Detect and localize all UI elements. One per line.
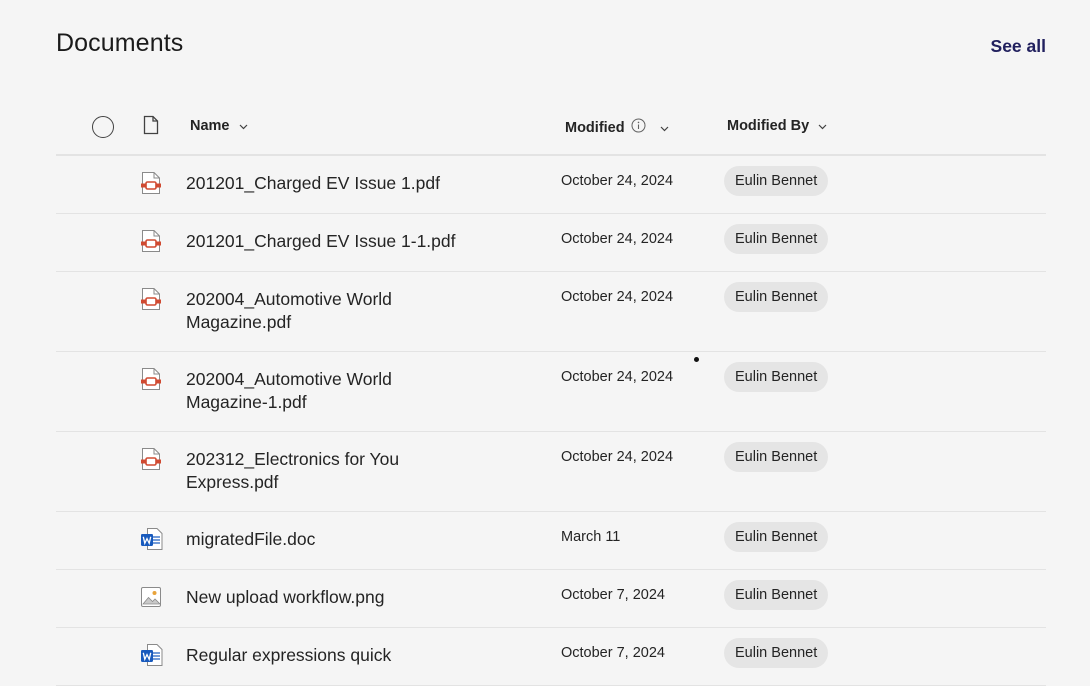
name-column-label: Name xyxy=(190,118,230,134)
modified-by-column-header[interactable]: Modified By xyxy=(727,118,827,134)
chevron-down-icon xyxy=(818,118,827,134)
table-row[interactable]: migratedFile.doc March 11 Eulin Bennet xyxy=(56,512,1046,570)
cursor-dot xyxy=(694,357,699,362)
modified-by-column-label: Modified By xyxy=(727,118,810,134)
word-file-icon xyxy=(140,527,163,551)
table-row[interactable]: New upload workflow.png October 7, 2024 … xyxy=(56,570,1046,628)
modified-date: October 7, 2024 xyxy=(561,587,665,603)
modified-by-pill[interactable]: Eulin Bennet xyxy=(724,638,829,668)
modified-by-pill[interactable]: Eulin Bennet xyxy=(724,224,829,254)
modified-by-pill[interactable]: Eulin Bennet xyxy=(724,580,829,610)
file-name-link[interactable]: Regular expressions quick xyxy=(186,644,486,667)
modified-by-pill[interactable]: Eulin Bennet xyxy=(724,282,829,312)
table-row[interactable]: 202312_Electronics for You Express.pdf O… xyxy=(56,432,1046,512)
table-row[interactable]: Regular expressions quick October 7, 202… xyxy=(56,628,1046,686)
file-name-link[interactable]: 201201_Charged EV Issue 1.pdf xyxy=(186,172,486,195)
table-row[interactable]: 201201_Charged EV Issue 1.pdf October 24… xyxy=(56,156,1046,214)
word-file-icon xyxy=(140,643,163,667)
image-file-icon xyxy=(140,585,162,609)
modified-date: October 7, 2024 xyxy=(561,645,665,661)
modified-date: October 24, 2024 xyxy=(561,231,674,247)
file-type-icon[interactable] xyxy=(143,115,159,140)
chevron-down-icon xyxy=(239,118,248,134)
name-column-header[interactable]: Name xyxy=(190,118,248,134)
modified-by-pill[interactable]: Eulin Bennet xyxy=(724,362,829,392)
file-name-link[interactable]: migratedFile.doc xyxy=(186,528,486,551)
pdf-file-icon xyxy=(140,367,162,391)
file-name-link[interactable]: 202312_Electronics for You Express.pdf xyxy=(186,448,426,494)
table-row[interactable]: 202004_Automotive World Magazine-1.pdf O… xyxy=(56,352,1046,432)
documents-table: Name Modified Modified By 201201_Charged xyxy=(56,98,1046,686)
modified-by-pill[interactable]: Eulin Bennet xyxy=(724,522,829,552)
table-row[interactable]: 202004_Automotive World Magazine.pdf Oct… xyxy=(56,272,1046,352)
see-all-link[interactable]: See all xyxy=(991,36,1046,57)
info-icon[interactable] xyxy=(631,118,646,137)
table-header: Name Modified Modified By xyxy=(56,98,1046,156)
modified-column-label: Modified xyxy=(565,119,625,136)
modified-date: October 24, 2024 xyxy=(561,173,674,189)
modified-by-pill[interactable]: Eulin Bennet xyxy=(724,166,829,196)
pdf-file-icon xyxy=(140,447,162,471)
select-all-radio[interactable] xyxy=(92,116,114,138)
modified-date: October 24, 2024 xyxy=(561,289,674,305)
modified-by-pill[interactable]: Eulin Bennet xyxy=(724,442,829,472)
table-row[interactable]: 201201_Charged EV Issue 1-1.pdf October … xyxy=(56,214,1046,272)
chevron-down-icon xyxy=(660,120,669,136)
file-name-link[interactable]: 202004_Automotive World Magazine.pdf xyxy=(186,288,426,334)
pdf-file-icon xyxy=(140,229,162,253)
file-name-link[interactable]: New upload workflow.png xyxy=(186,586,486,609)
modified-column-header[interactable]: Modified xyxy=(565,118,669,137)
file-name-link[interactable]: 201201_Charged EV Issue 1-1.pdf xyxy=(186,230,486,253)
pdf-file-icon xyxy=(140,171,162,195)
modified-date: October 24, 2024 xyxy=(561,369,674,385)
section-title: Documents xyxy=(56,29,184,57)
modified-date: October 24, 2024 xyxy=(561,449,674,465)
modified-date: March 11 xyxy=(561,529,621,545)
file-name-link[interactable]: 202004_Automotive World Magazine-1.pdf xyxy=(186,368,426,414)
pdf-file-icon xyxy=(140,287,162,311)
